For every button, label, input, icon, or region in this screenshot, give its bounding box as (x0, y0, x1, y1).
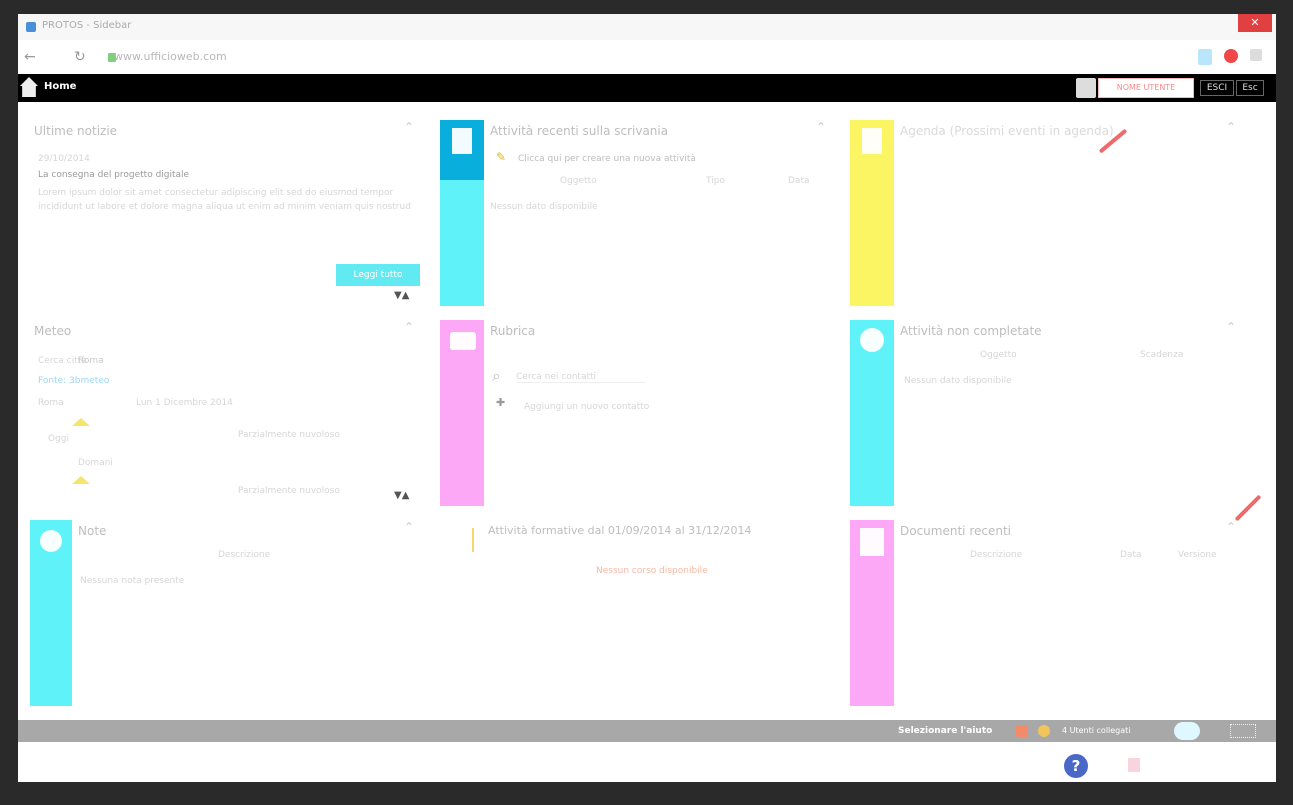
screenshot-frame: PROTOS - Sidebar ✕ ← ↻ www.ufficioweb.co… (0, 0, 1293, 805)
annotation-arrow-icon (1234, 494, 1262, 522)
column-header[interactable]: Data (1120, 550, 1142, 560)
document-icon (452, 128, 472, 154)
column-header[interactable]: Tipo (706, 176, 725, 186)
home-icon[interactable] (20, 77, 38, 97)
empty-message: Nessuna nota presente (80, 576, 185, 586)
address-bar: ← ↻ www.ufficioweb.com (18, 40, 1276, 74)
meteo-today: Oggi (48, 434, 70, 444)
column-header[interactable]: Versione (1178, 550, 1217, 560)
collapse-icon[interactable]: ⌃ (1226, 320, 1236, 334)
weather-sun-icon (72, 476, 90, 484)
meteo-desc: Parzialmente nuvoloso (238, 486, 340, 496)
add-contact-icon[interactable]: ✚ (496, 396, 505, 409)
rubrica-title: Rubrica (490, 324, 536, 338)
collapse-icon[interactable]: ⌃ (404, 520, 414, 534)
opera-icon[interactable] (1224, 49, 1238, 63)
activity-title: Attività recenti sulla scrivania (490, 124, 669, 138)
incomplete-title: Attività non completate (900, 324, 1042, 338)
scroll-arrows-icon[interactable]: ▼▲ (394, 290, 409, 301)
search-icon[interactable]: ⌕ (492, 366, 501, 386)
column-header[interactable]: Descrizione (970, 550, 1022, 560)
apps-grid-icon[interactable] (1230, 724, 1256, 738)
reload-icon[interactable]: ↻ (74, 49, 86, 65)
news-date: 29/10/2014 (38, 154, 90, 164)
collapse-icon[interactable]: ⌃ (816, 120, 826, 134)
period-marker-icon (472, 528, 474, 552)
empty-message: Nessun corso disponibile (596, 566, 708, 576)
alert-icon[interactable] (1016, 725, 1028, 737)
news-headline[interactable]: La consegna del progetto digitale (38, 170, 189, 180)
weather-cloud-icon (72, 418, 90, 426)
app-header: Home NOME UTENTE ESCI Esc (18, 74, 1276, 102)
exit-button[interactable]: Esc (1236, 80, 1264, 96)
home-link[interactable]: Home (44, 81, 76, 92)
extension-icon[interactable] (1198, 49, 1212, 65)
contacts-icon (450, 332, 476, 350)
warning-icon[interactable] (1038, 725, 1050, 737)
meteo-date: Lun 1 Dicembre 2014 (136, 398, 233, 408)
status-bar: Selezionare l'aiuto 4 Utenti collegati (18, 720, 1276, 742)
new-activity-link[interactable]: Clicca qui per creare una nuova attività (518, 154, 696, 164)
read-all-button[interactable]: Leggi tutto (336, 264, 420, 286)
agenda-title: Agenda (Prossimi eventi in agenda) (900, 124, 1114, 138)
logout-button[interactable]: ESCI (1200, 80, 1234, 96)
collapse-icon[interactable]: ⌃ (1226, 120, 1236, 134)
browser-titlebar: PROTOS - Sidebar ✕ (18, 14, 1276, 40)
news-title: Ultime notizie (34, 124, 118, 138)
pin-icon: ✎ (496, 150, 507, 164)
collapse-icon[interactable]: ⌃ (404, 320, 414, 334)
menu-icon[interactable] (1250, 49, 1262, 61)
scroll-arrows-icon[interactable]: ▼▲ (394, 490, 409, 501)
user-name-button[interactable]: NOME UTENTE (1098, 78, 1194, 98)
column-header[interactable]: Descrizione (218, 550, 270, 560)
column-header[interactable]: Data (788, 176, 810, 186)
period-title: Attività formative dal 01/09/2014 al 31/… (488, 524, 752, 537)
meteo-title: Meteo (34, 324, 72, 338)
note-icon (40, 530, 62, 552)
column-header[interactable]: Scadenza (1140, 350, 1183, 360)
add-contact-link[interactable]: Aggiungi un nuovo contatto (524, 402, 649, 412)
gear-icon (860, 328, 884, 352)
notes-title: Note (78, 524, 107, 538)
tab-favicon-icon (26, 22, 36, 32)
empty-message: Nessun dato disponibile (904, 376, 1012, 386)
contact-search-input[interactable]: Cerca nei contatti (516, 372, 646, 383)
city-name[interactable]: Roma (78, 356, 104, 366)
docs-title: Documenti recenti (900, 524, 1011, 538)
window-close-button[interactable]: ✕ (1238, 14, 1272, 32)
file-icon (860, 528, 884, 556)
empty-message: Nessun dato disponibile (490, 202, 598, 212)
help-select-label[interactable]: Selezionare l'aiuto (898, 726, 992, 736)
user-icon (1076, 78, 1096, 98)
cloud-icon[interactable] (1174, 722, 1200, 740)
tray-icon[interactable] (1128, 758, 1140, 772)
collapse-icon[interactable]: ⌃ (1226, 520, 1236, 534)
browser-window: PROTOS - Sidebar ✕ ← ↻ www.ufficioweb.co… (18, 14, 1276, 782)
users-online-text: 4 Utenti collegati (1062, 726, 1131, 735)
news-body: Lorem ipsum dolor sit amet consectetur a… (38, 188, 411, 212)
back-icon[interactable]: ← (24, 49, 36, 65)
meteo-city: Roma (38, 398, 64, 408)
help-icon[interactable]: ? (1064, 754, 1088, 778)
collapse-icon[interactable]: ⌃ (404, 120, 414, 134)
column-header[interactable]: Oggetto (560, 176, 597, 186)
meteo-tomorrow: Domani (78, 458, 113, 468)
url-input[interactable]: www.ufficioweb.com (114, 50, 1174, 66)
calendar-icon (862, 128, 882, 154)
provider-link[interactable]: Fonte: 3bmeteo (38, 376, 109, 386)
tab-title[interactable]: PROTOS - Sidebar (42, 20, 131, 31)
meteo-desc: Parzialmente nuvoloso (238, 430, 340, 440)
column-header[interactable]: Oggetto (980, 350, 1017, 360)
